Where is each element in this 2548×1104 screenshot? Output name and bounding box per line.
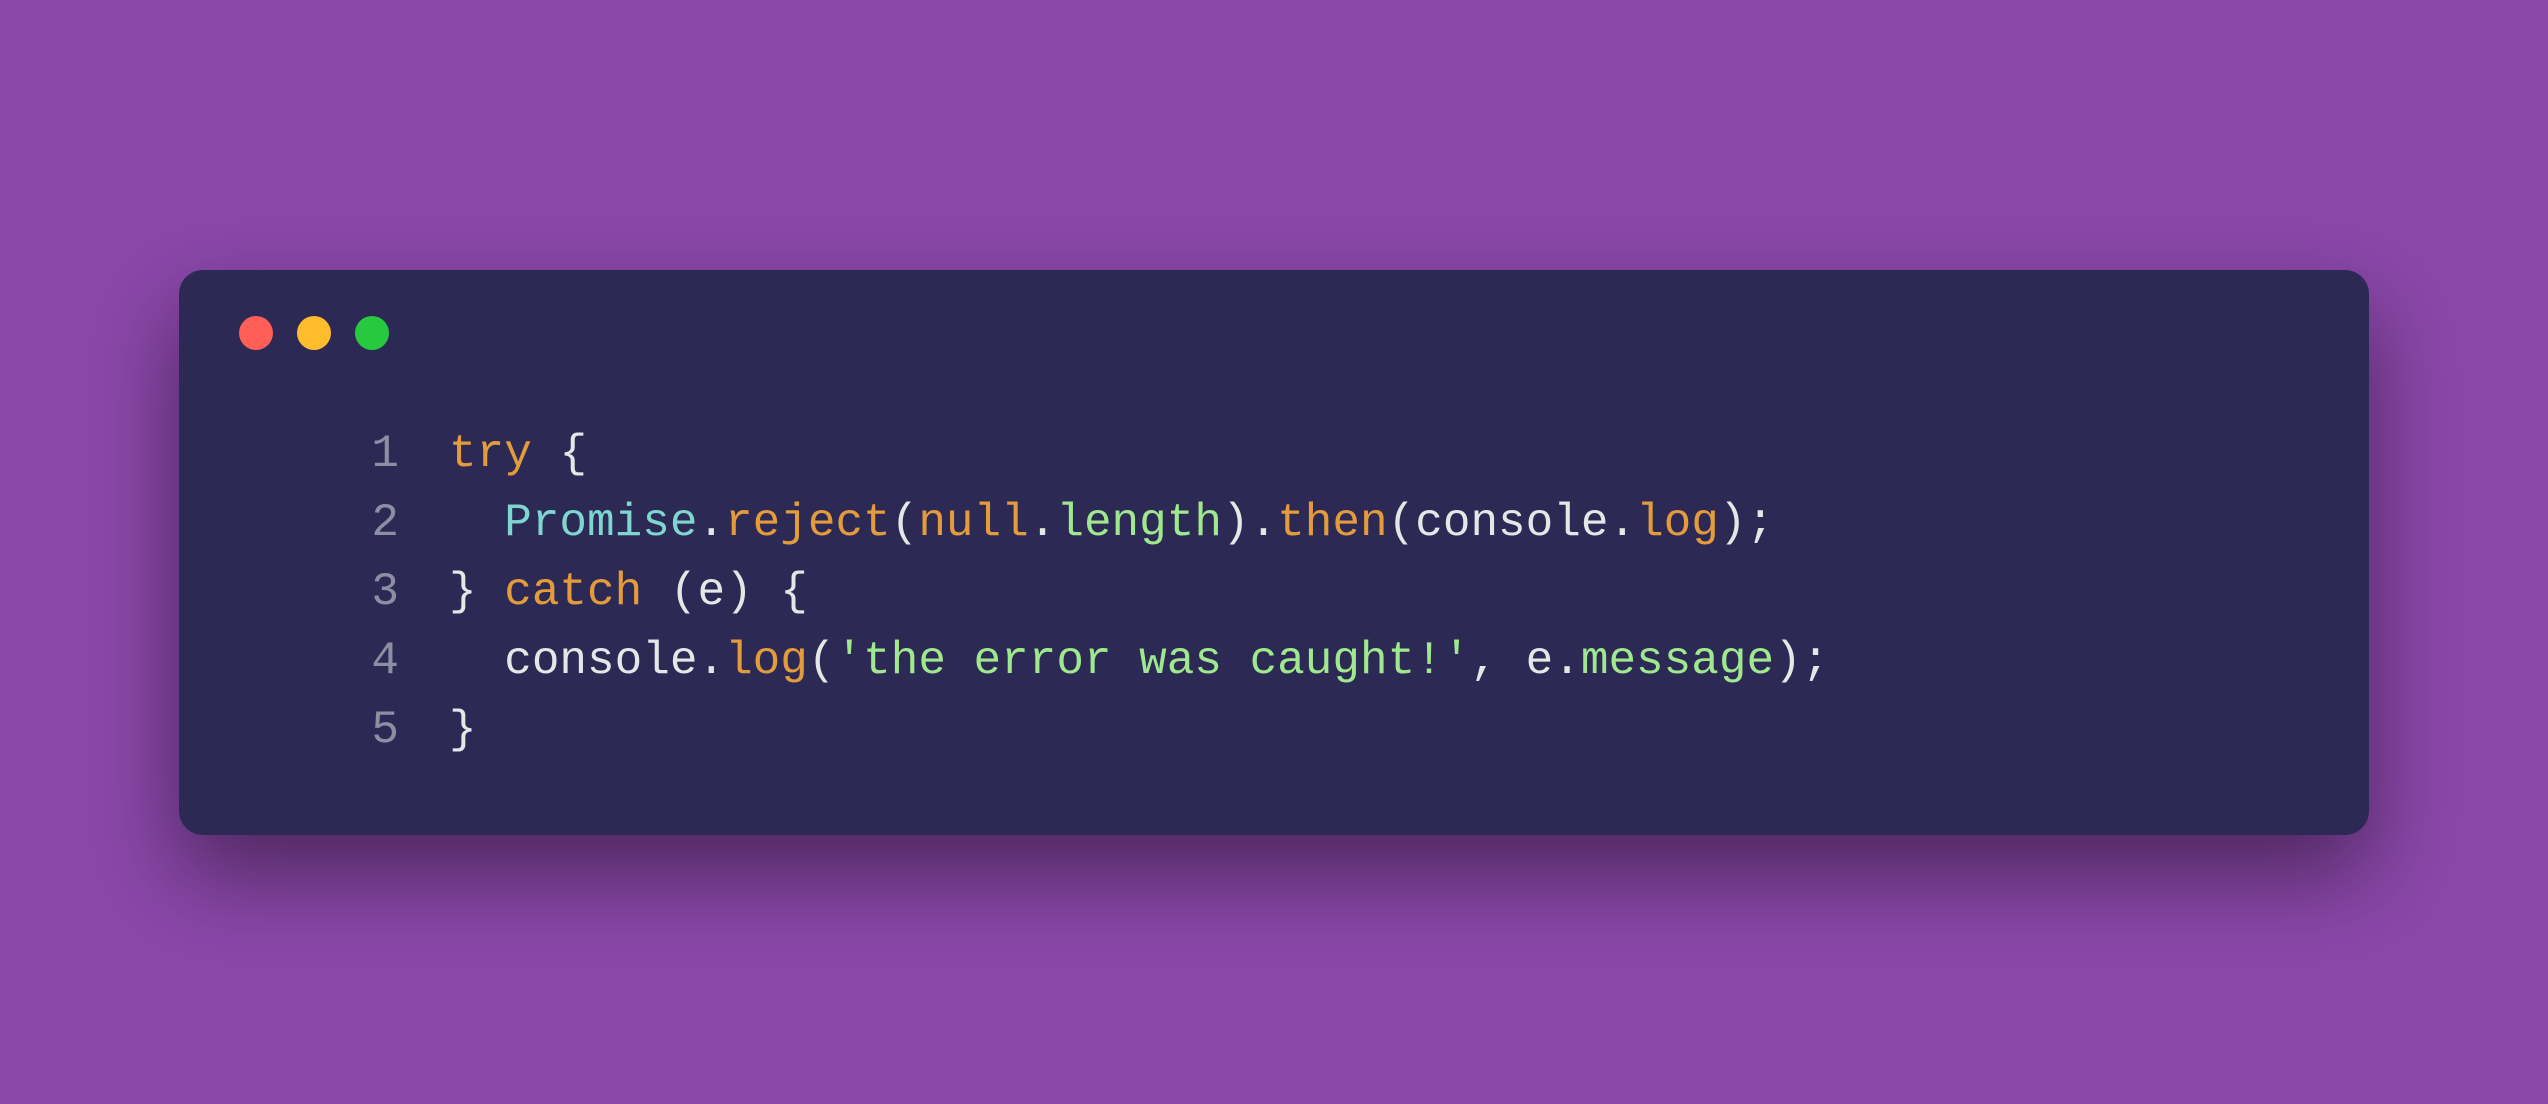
brace-close: } bbox=[449, 704, 477, 756]
keyword-try: try bbox=[449, 428, 532, 480]
method-then: then bbox=[1277, 497, 1387, 549]
property-message: message bbox=[1581, 635, 1774, 687]
paren-close: ) bbox=[1222, 497, 1250, 549]
code-line: 3 } catch (e) { bbox=[329, 558, 2309, 627]
space bbox=[753, 566, 781, 618]
dot: . bbox=[697, 497, 725, 549]
literal-null: null bbox=[918, 497, 1028, 549]
code-line: 1 try { bbox=[329, 420, 2309, 489]
method-log: log bbox=[725, 635, 808, 687]
code-content: console.log('the error was caught!', e.m… bbox=[399, 627, 1829, 696]
space bbox=[1498, 635, 1526, 687]
keyword-catch: catch bbox=[504, 566, 642, 618]
space bbox=[642, 566, 670, 618]
dot: . bbox=[1029, 497, 1057, 549]
paren-open: ( bbox=[670, 566, 698, 618]
code-line: 2 Promise.reject(null.length).then(conso… bbox=[329, 489, 2309, 558]
minimize-icon[interactable] bbox=[297, 316, 331, 350]
zoom-icon[interactable] bbox=[355, 316, 389, 350]
line-number: 5 bbox=[329, 696, 399, 765]
dot: . bbox=[1553, 635, 1581, 687]
indent bbox=[449, 635, 504, 687]
paren-close: ) bbox=[725, 566, 753, 618]
paren-open: ( bbox=[891, 497, 919, 549]
code-line: 4 console.log('the error was caught!', e… bbox=[329, 627, 2309, 696]
window-titlebar bbox=[239, 316, 2309, 350]
identifier-promise: Promise bbox=[504, 497, 697, 549]
identifier-console: console bbox=[504, 635, 697, 687]
dot: . bbox=[1608, 497, 1636, 549]
brace-open: { bbox=[780, 566, 808, 618]
code-content: Promise.reject(null.length).then(console… bbox=[399, 489, 1774, 558]
stage: 1 try { 2 Promise.reject(null.length).th… bbox=[0, 0, 2548, 1104]
identifier-e: e bbox=[1526, 635, 1554, 687]
identifier-e: e bbox=[697, 566, 725, 618]
space bbox=[532, 428, 560, 480]
code-editor[interactable]: 1 try { 2 Promise.reject(null.length).th… bbox=[239, 420, 2309, 765]
method-log: log bbox=[1636, 497, 1719, 549]
identifier-console: console bbox=[1415, 497, 1608, 549]
code-content: try { bbox=[399, 420, 587, 489]
paren-open: ( bbox=[808, 635, 836, 687]
brace-open: { bbox=[559, 428, 587, 480]
property-length: length bbox=[1056, 497, 1222, 549]
code-line: 5 } bbox=[329, 696, 2309, 765]
semicolon: ; bbox=[1747, 497, 1775, 549]
line-number: 2 bbox=[329, 489, 399, 558]
string-literal: 'the error was caught!' bbox=[836, 635, 1471, 687]
line-number: 4 bbox=[329, 627, 399, 696]
brace-close: } bbox=[449, 566, 477, 618]
code-window: 1 try { 2 Promise.reject(null.length).th… bbox=[179, 270, 2369, 835]
dot: . bbox=[697, 635, 725, 687]
semicolon: ; bbox=[1802, 635, 1830, 687]
indent bbox=[449, 497, 504, 549]
comma: , bbox=[1470, 635, 1498, 687]
paren-open: ( bbox=[1388, 497, 1416, 549]
line-number: 1 bbox=[329, 420, 399, 489]
code-content: } bbox=[399, 696, 477, 765]
paren-close: ) bbox=[1719, 497, 1747, 549]
line-number: 3 bbox=[329, 558, 399, 627]
close-icon[interactable] bbox=[239, 316, 273, 350]
code-content: } catch (e) { bbox=[399, 558, 808, 627]
space bbox=[477, 566, 505, 618]
paren-close: ) bbox=[1774, 635, 1802, 687]
dot: . bbox=[1250, 497, 1278, 549]
method-reject: reject bbox=[725, 497, 891, 549]
